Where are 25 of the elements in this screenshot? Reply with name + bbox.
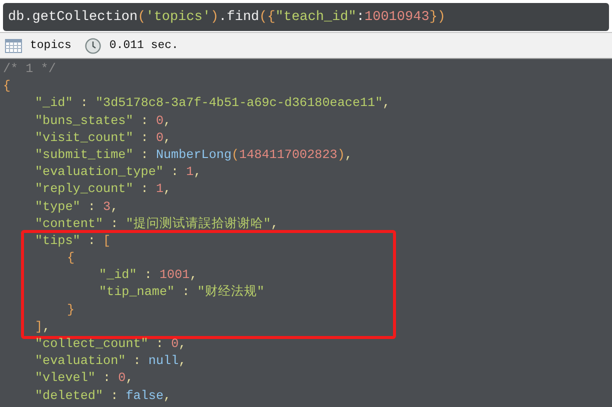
code-line: { <box>3 78 12 96</box>
query-time: 0.011 sec. <box>109 39 178 52</box>
code-line: /* 1 */ <box>3 61 57 78</box>
code-line: { <box>67 250 76 268</box>
code-line: "tips" : [ <box>35 232 112 250</box>
code-line: "deleted" : false, <box>35 388 172 405</box>
code-line: "type" : 3, <box>35 198 120 216</box>
code-line: "vlevel" : 0, <box>35 370 134 388</box>
code-line: "collect_count" : 0, <box>35 336 188 353</box>
collection-name: topics <box>30 39 72 52</box>
code-line: "_id" : "3d5178c8-3a7f-4b51-a69c-d36180eace11", <box>35 95 392 112</box>
code-line: "buns_states" : 0, <box>35 112 172 130</box>
table-icon <box>5 38 22 52</box>
code-line: "evaluation" : null, <box>35 353 188 370</box>
clock-icon <box>85 38 102 54</box>
code-line: "tip_name" : "财经法规" <box>99 284 266 302</box>
code-line: "content" : "提问测试请誤拾谢谢哈", <box>35 216 280 233</box>
code-line: ], <box>35 318 52 336</box>
code-line: "reply_count" : 1, <box>35 181 172 198</box>
code-line: "visit_count" : 0, <box>35 130 172 147</box>
code-line: } <box>67 302 76 319</box>
code-line: "evaluation_type" : 1, <box>35 164 202 182</box>
code-line: "submit_time" : NumberLong(1484117002823), <box>35 146 354 164</box>
query-field[interactable]: db.getCollection('topics').find({"teach_id":10010943}) <box>3 3 609 31</box>
code-line: "_id" : 1001, <box>99 267 198 284</box>
